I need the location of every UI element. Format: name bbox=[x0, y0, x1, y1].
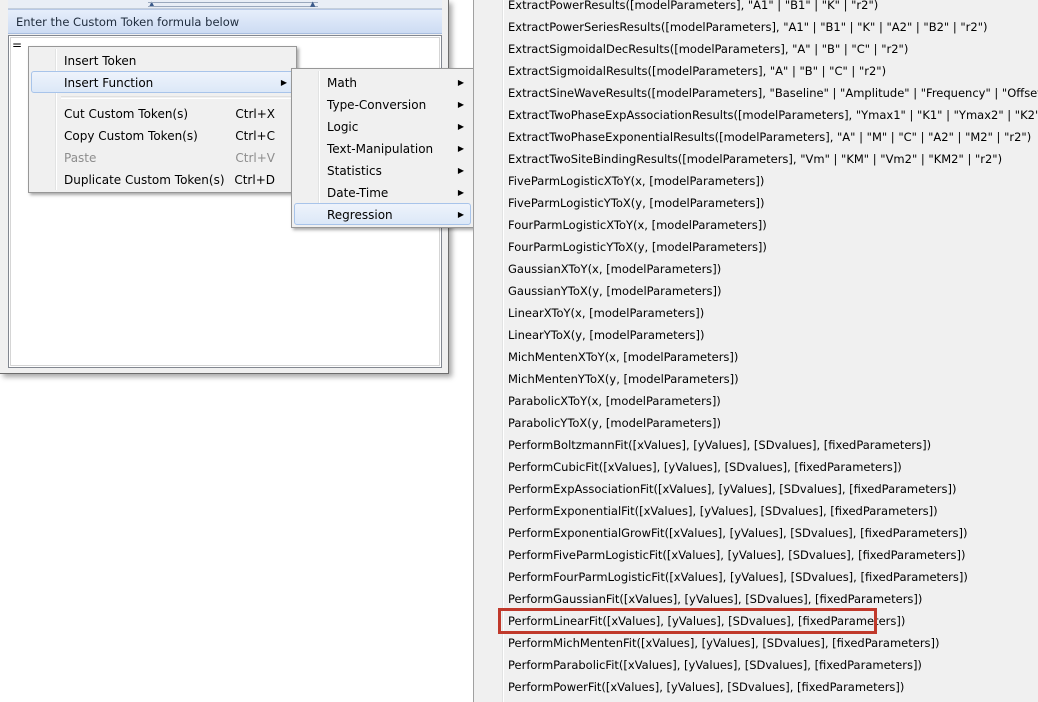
menu-item-shortcut: Ctrl+V bbox=[235, 151, 275, 165]
menu-item-label: Math bbox=[327, 76, 358, 90]
function-item[interactable]: PerformMichMentenFit([xValues], [yValues… bbox=[474, 632, 1038, 654]
submenu-arrow-icon: ▶ bbox=[457, 100, 464, 109]
function-item[interactable]: MichMentenXToY(x, [modelParameters]) bbox=[474, 346, 1038, 368]
menu-item-shortcut: Ctrl+D bbox=[234, 173, 275, 187]
function-item[interactable]: GaussianXToY(x, [modelParameters]) bbox=[474, 258, 1038, 280]
function-list: ExtractPowerResults([modelParameters], "… bbox=[474, 0, 1038, 698]
formula-header-label: Enter the Custom Token formula below bbox=[16, 15, 240, 29]
menu-item-label: Copy Custom Token(s) bbox=[64, 129, 198, 143]
menu-item-shortcut: Ctrl+X bbox=[235, 107, 275, 121]
menu-item-shortcut: Ctrl+C bbox=[235, 129, 275, 143]
function-item[interactable]: FourParmLogisticYToX(y, [modelParameters… bbox=[474, 236, 1038, 258]
function-item[interactable]: ExtractSigmoidalResults([modelParameters… bbox=[474, 60, 1038, 82]
submenu-arrow-icon: ▶ bbox=[457, 144, 464, 153]
function-item[interactable]: ExtractTwoPhaseExpAssociationResults([mo… bbox=[474, 104, 1038, 126]
menu-item-label: Logic bbox=[327, 120, 359, 134]
submenu-arrow-icon: ▶ bbox=[457, 122, 464, 131]
function-item[interactable]: ParabolicYToX(y, [modelParameters]) bbox=[474, 412, 1038, 434]
screen: ▲ ▲ Enter the Custom Token formula below… bbox=[0, 0, 1038, 702]
function-item[interactable]: FiveParmLogisticXToY(x, [modelParameters… bbox=[474, 170, 1038, 192]
function-item[interactable]: PerformExponentialGrowFit([xValues], [yV… bbox=[474, 522, 1038, 544]
function-item[interactable]: ExtractPowerSeriesResults([modelParamete… bbox=[474, 16, 1038, 38]
menu-item-label: Date-Time bbox=[327, 186, 389, 200]
menu-item-insert-token[interactable]: Insert Token bbox=[31, 49, 294, 71]
menu-item-label: Insert Token bbox=[64, 54, 137, 68]
splitter-handle[interactable]: ▲ ▲ bbox=[8, 0, 442, 9]
submenu-arrow-icon: ▶ bbox=[457, 210, 464, 219]
regression-function-menu: ExtractPowerResults([modelParameters], "… bbox=[473, 0, 1038, 702]
submenu-arrow-icon: ▶ bbox=[457, 166, 464, 175]
menu-item-duplicate[interactable]: Duplicate Custom Token(s) Ctrl+D bbox=[31, 168, 294, 190]
formula-value: = bbox=[12, 38, 23, 52]
function-item[interactable]: ExtractTwoPhaseExponentialResults([model… bbox=[474, 126, 1038, 148]
function-item[interactable]: PerformExponentialFit([xValues], [yValue… bbox=[474, 500, 1038, 522]
submenu-arrow-icon: ▶ bbox=[457, 78, 464, 87]
submenu-item-statistics[interactable]: Statistics ▶ bbox=[294, 159, 471, 181]
menu-item-cut[interactable]: Cut Custom Token(s) Ctrl+X bbox=[31, 102, 294, 124]
submenu-item-type-conversion[interactable]: Type-Conversion ▶ bbox=[294, 93, 471, 115]
function-item[interactable]: MichMentenYToX(y, [modelParameters]) bbox=[474, 368, 1038, 390]
function-item[interactable]: ExtractSineWaveResults([modelParameters]… bbox=[474, 82, 1038, 104]
formula-header-bar: Enter the Custom Token formula below bbox=[8, 9, 442, 34]
function-item[interactable]: PerformParabolicFit([xValues], [yValues]… bbox=[474, 654, 1038, 676]
function-item[interactable]: PerformGaussianFit([xValues], [yValues],… bbox=[474, 588, 1038, 610]
menu-item-copy[interactable]: Copy Custom Token(s) Ctrl+C bbox=[31, 124, 294, 146]
menu-item-paste: Paste Ctrl+V bbox=[31, 146, 294, 168]
menu-item-label: Duplicate Custom Token(s) bbox=[64, 173, 225, 187]
submenu-item-date-time[interactable]: Date-Time ▶ bbox=[294, 181, 471, 203]
splitter-grip bbox=[148, 2, 318, 7]
function-item[interactable]: PerformPowerFit([xValues], [yValues], [S… bbox=[474, 676, 1038, 698]
function-item-highlighted[interactable]: PerformLinearFit([xValues], [yValues], [… bbox=[498, 608, 905, 634]
submenu-item-text-manipulation[interactable]: Text-Manipulation ▶ bbox=[294, 137, 471, 159]
function-item[interactable]: PerformBoltzmannFit([xValues], [yValues]… bbox=[474, 434, 1038, 456]
submenu-item-math[interactable]: Math ▶ bbox=[294, 71, 471, 93]
function-item[interactable]: ExtractPowerResults([modelParameters], "… bbox=[474, 0, 1038, 16]
function-item[interactable]: PerformFiveParmLogisticFit([xValues], [y… bbox=[474, 544, 1038, 566]
function-item[interactable]: PerformExpAssociationFit([xValues], [yVa… bbox=[474, 478, 1038, 500]
function-item[interactable]: PerformFourParmLogisticFit([xValues], [y… bbox=[474, 566, 1038, 588]
function-item[interactable]: LinearXToY(x, [modelParameters]) bbox=[474, 302, 1038, 324]
splitter-up-arrow-icon: ▲ bbox=[310, 0, 316, 8]
menu-item-label: Regression bbox=[327, 208, 393, 222]
function-item[interactable]: LinearYToX(y, [modelParameters]) bbox=[474, 324, 1038, 346]
function-item[interactable]: FourParmLogisticXToY(x, [modelParameters… bbox=[474, 214, 1038, 236]
function-item[interactable]: FiveParmLogisticYToX(y, [modelParameters… bbox=[474, 192, 1038, 214]
submenu-arrow-icon: ▶ bbox=[457, 188, 464, 197]
menu-item-label: Insert Function bbox=[64, 76, 154, 90]
menu-item-label: Statistics bbox=[327, 164, 382, 178]
menu-item-label: Cut Custom Token(s) bbox=[64, 107, 189, 121]
menu-item-label: Paste bbox=[64, 151, 97, 165]
submenu-arrow-icon: ▶ bbox=[280, 78, 287, 87]
function-item[interactable]: ParabolicXToY(x, [modelParameters]) bbox=[474, 390, 1038, 412]
submenu-item-regression[interactable]: Regression ▶ bbox=[294, 203, 471, 225]
function-item[interactable]: GaussianYToX(y, [modelParameters]) bbox=[474, 280, 1038, 302]
menu-separator bbox=[61, 96, 292, 99]
function-item[interactable]: ExtractTwoSiteBindingResults([modelParam… bbox=[474, 148, 1038, 170]
function-item[interactable]: PerformCubicFit([xValues], [yValues], [S… bbox=[474, 456, 1038, 478]
function-type-submenu: Math ▶ Type-Conversion ▶ Logic ▶ Text-Ma… bbox=[291, 68, 474, 228]
submenu-item-logic[interactable]: Logic ▶ bbox=[294, 115, 471, 137]
menu-item-label: Text-Manipulation bbox=[327, 142, 434, 156]
function-item[interactable]: ExtractSigmoidalDecResults([modelParamet… bbox=[474, 38, 1038, 60]
menu-item-insert-function[interactable]: Insert Function ▶ bbox=[31, 71, 294, 93]
menu-item-label: Type-Conversion bbox=[327, 98, 427, 112]
context-menu: Insert Token Insert Function ▶ Cut Custo… bbox=[28, 46, 297, 193]
